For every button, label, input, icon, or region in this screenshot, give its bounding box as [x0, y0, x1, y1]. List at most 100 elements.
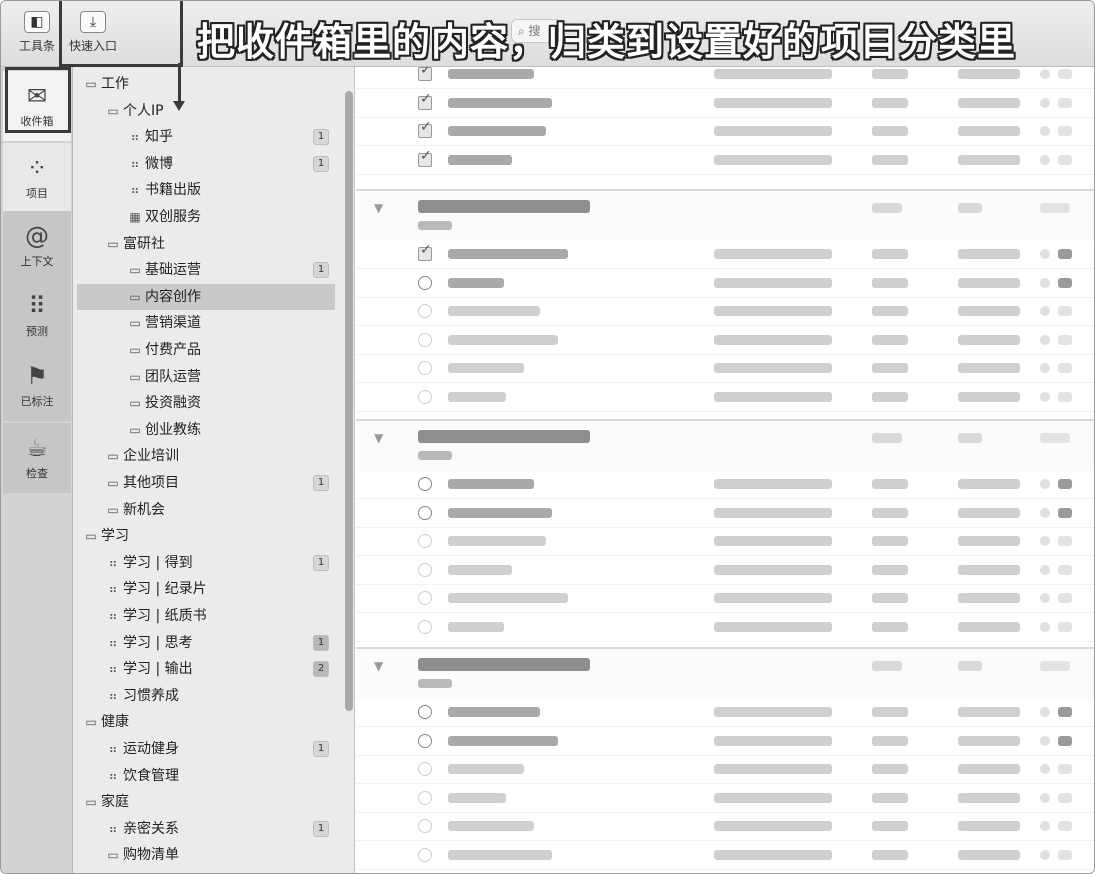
sidebar-item[interactable]: ▭ 学习 — [73, 523, 343, 549]
sidebar-item[interactable]: ⠶ 学习 | 输出 2 — [73, 656, 343, 682]
task-row[interactable] — [356, 528, 1094, 556]
task-flag — [1058, 707, 1072, 717]
task-row[interactable] — [356, 813, 1094, 841]
task-checkbox[interactable] — [418, 389, 432, 404]
perspective-forecast[interactable]: ⠿ 预测 — [3, 281, 71, 351]
task-checkbox[interactable] — [418, 119, 432, 138]
sidebar-item[interactable]: ⠶ 饮食管理 — [73, 763, 343, 789]
folder-icon: ▭ — [85, 795, 97, 810]
task-row[interactable] — [356, 557, 1094, 585]
task-row[interactable] — [356, 728, 1094, 756]
sidebar-item[interactable]: ⠶ 微博 1 — [73, 151, 343, 177]
task-row[interactable] — [356, 756, 1094, 784]
task-checkbox[interactable] — [418, 505, 432, 520]
task-checkbox[interactable] — [418, 790, 432, 805]
task-row[interactable] — [356, 270, 1094, 298]
sidebar-item[interactable]: ▭ 工作 — [73, 71, 343, 97]
task-row[interactable] — [356, 785, 1094, 813]
task-row[interactable] — [356, 614, 1094, 642]
project-group-header[interactable]: ▼ — [356, 647, 1094, 699]
sidebar-scrollbar[interactable] — [345, 91, 353, 711]
sidebar-item[interactable]: ⠶ 学习 | 纸质书 — [73, 603, 343, 629]
sidebar-item[interactable]: ⠶ 书籍出版 — [73, 177, 343, 203]
sidebar-item[interactable]: ⠶ 运动健身 1 — [73, 736, 343, 762]
sidebar-item[interactable]: ▭ 其他项目 1 — [73, 470, 343, 496]
task-row[interactable] — [356, 699, 1094, 727]
task-row[interactable] — [356, 585, 1094, 613]
task-checkbox[interactable] — [418, 619, 432, 634]
task-checkbox[interactable] — [418, 242, 432, 261]
sidebar-item[interactable]: ⠶ 学习 | 得到 1 — [73, 550, 343, 576]
task-checkbox[interactable] — [418, 562, 432, 577]
task-checkbox[interactable] — [418, 733, 432, 748]
disclosure-triangle-icon[interactable]: ▼ — [374, 201, 383, 215]
task-title — [448, 154, 512, 165]
sidebar-item-label: 亲密关系 — [123, 820, 179, 837]
task-checkbox[interactable] — [418, 91, 432, 110]
sidebar-item[interactable]: ▭ 营销渠道 — [73, 310, 343, 336]
perspective-review[interactable]: ☕ 检查 — [3, 423, 71, 493]
task-row[interactable] — [356, 842, 1094, 870]
sidebar-item[interactable]: ▭ 付费产品 — [73, 337, 343, 363]
task-checkbox[interactable] — [418, 304, 432, 318]
sidebar-item[interactable]: ▦ 双创服务 — [73, 204, 343, 230]
task-row[interactable] — [356, 298, 1094, 326]
project-group-header[interactable]: ▼ — [356, 189, 1094, 241]
task-row[interactable] — [356, 241, 1094, 269]
task-checkbox[interactable] — [418, 819, 432, 833]
task-checkbox[interactable] — [418, 534, 432, 548]
sidebar-item[interactable]: ⠶ 知乎 1 — [73, 124, 343, 150]
review-icon: ☕ — [26, 434, 48, 462]
task-row[interactable] — [356, 355, 1094, 383]
disclosure-triangle-icon[interactable]: ▼ — [374, 431, 383, 445]
task-row[interactable] — [356, 147, 1094, 175]
sidebar-item[interactable]: ▭ 个人IP — [73, 98, 343, 124]
task-checkbox[interactable] — [418, 361, 432, 375]
task-checkbox[interactable] — [418, 67, 432, 81]
task-checkbox[interactable] — [418, 332, 432, 347]
sidebar-item[interactable]: ▭ 团队运营 — [73, 364, 343, 390]
sidebar-item[interactable]: ⠶ 习惯养成 — [73, 683, 343, 709]
grid-icon: ▦ — [129, 210, 141, 224]
task-checkbox[interactable] — [418, 847, 432, 862]
sidebar-item[interactable]: ▭ 企业培训 — [73, 443, 343, 469]
sidebar-item[interactable]: ▭ 购物清单 — [73, 842, 343, 868]
task-row[interactable] — [356, 67, 1094, 89]
task-checkbox[interactable] — [418, 275, 432, 290]
task-row[interactable] — [356, 327, 1094, 355]
task-row[interactable] — [356, 384, 1094, 412]
task-checkbox[interactable] — [418, 762, 432, 776]
sidebar-item-label: 双创服务 — [145, 209, 201, 225]
perspective-flag[interactable]: ⚑ 已标注 — [3, 351, 71, 421]
task-checkbox[interactable] — [418, 477, 432, 491]
sidebar-item[interactable]: ▭ 基础运营 1 — [73, 257, 343, 283]
annotation-arrow-shaft — [178, 63, 181, 103]
sidebar-item[interactable]: ▭ 创业教练 — [73, 417, 343, 443]
sidebar-item-label: 团队运营 — [145, 368, 201, 385]
sidebar-item[interactable]: ▭ 投资融资 — [73, 390, 343, 416]
perspective-projects[interactable]: ⁘ 项目 — [3, 143, 71, 213]
project-group-header[interactable]: ▼ — [356, 419, 1094, 471]
sidebar-item[interactable]: ▭ 家庭 — [73, 789, 343, 815]
sidebar-item[interactable]: ⠶ 学习 | 纪录片 — [73, 576, 343, 602]
sidebar-item[interactable]: ⠶ 亲密关系 1 — [73, 816, 343, 842]
task-checkbox[interactable] — [418, 705, 432, 719]
sidebar-item[interactable]: ⠶ 学习 | 思考 1 — [73, 630, 343, 656]
task-context — [872, 306, 908, 316]
sidebar-item[interactable]: ▭ 内容创作 — [77, 283, 335, 310]
sidebar-item[interactable]: ▭ 健康 — [73, 709, 343, 735]
disclosure-triangle-icon[interactable]: ▼ — [374, 659, 383, 673]
task-row[interactable] — [356, 118, 1094, 146]
sidebar-item[interactable]: ▭ 新机会 — [73, 497, 343, 523]
perspective-context[interactable]: @ 上下文 — [3, 211, 71, 281]
sidebar-item[interactable]: ▭ 富研社 — [73, 231, 343, 257]
task-checkbox[interactable] — [418, 148, 432, 167]
task-row[interactable] — [356, 90, 1094, 118]
task-row[interactable] — [356, 500, 1094, 528]
task-status-dot — [1040, 507, 1050, 518]
task-row[interactable] — [356, 471, 1094, 499]
task-checkbox[interactable] — [418, 591, 432, 605]
toolbar-toggle-button[interactable]: ◧ 工具条 — [7, 11, 67, 63]
task-status-dot — [1040, 154, 1050, 165]
task-status-dot — [1040, 479, 1050, 489]
